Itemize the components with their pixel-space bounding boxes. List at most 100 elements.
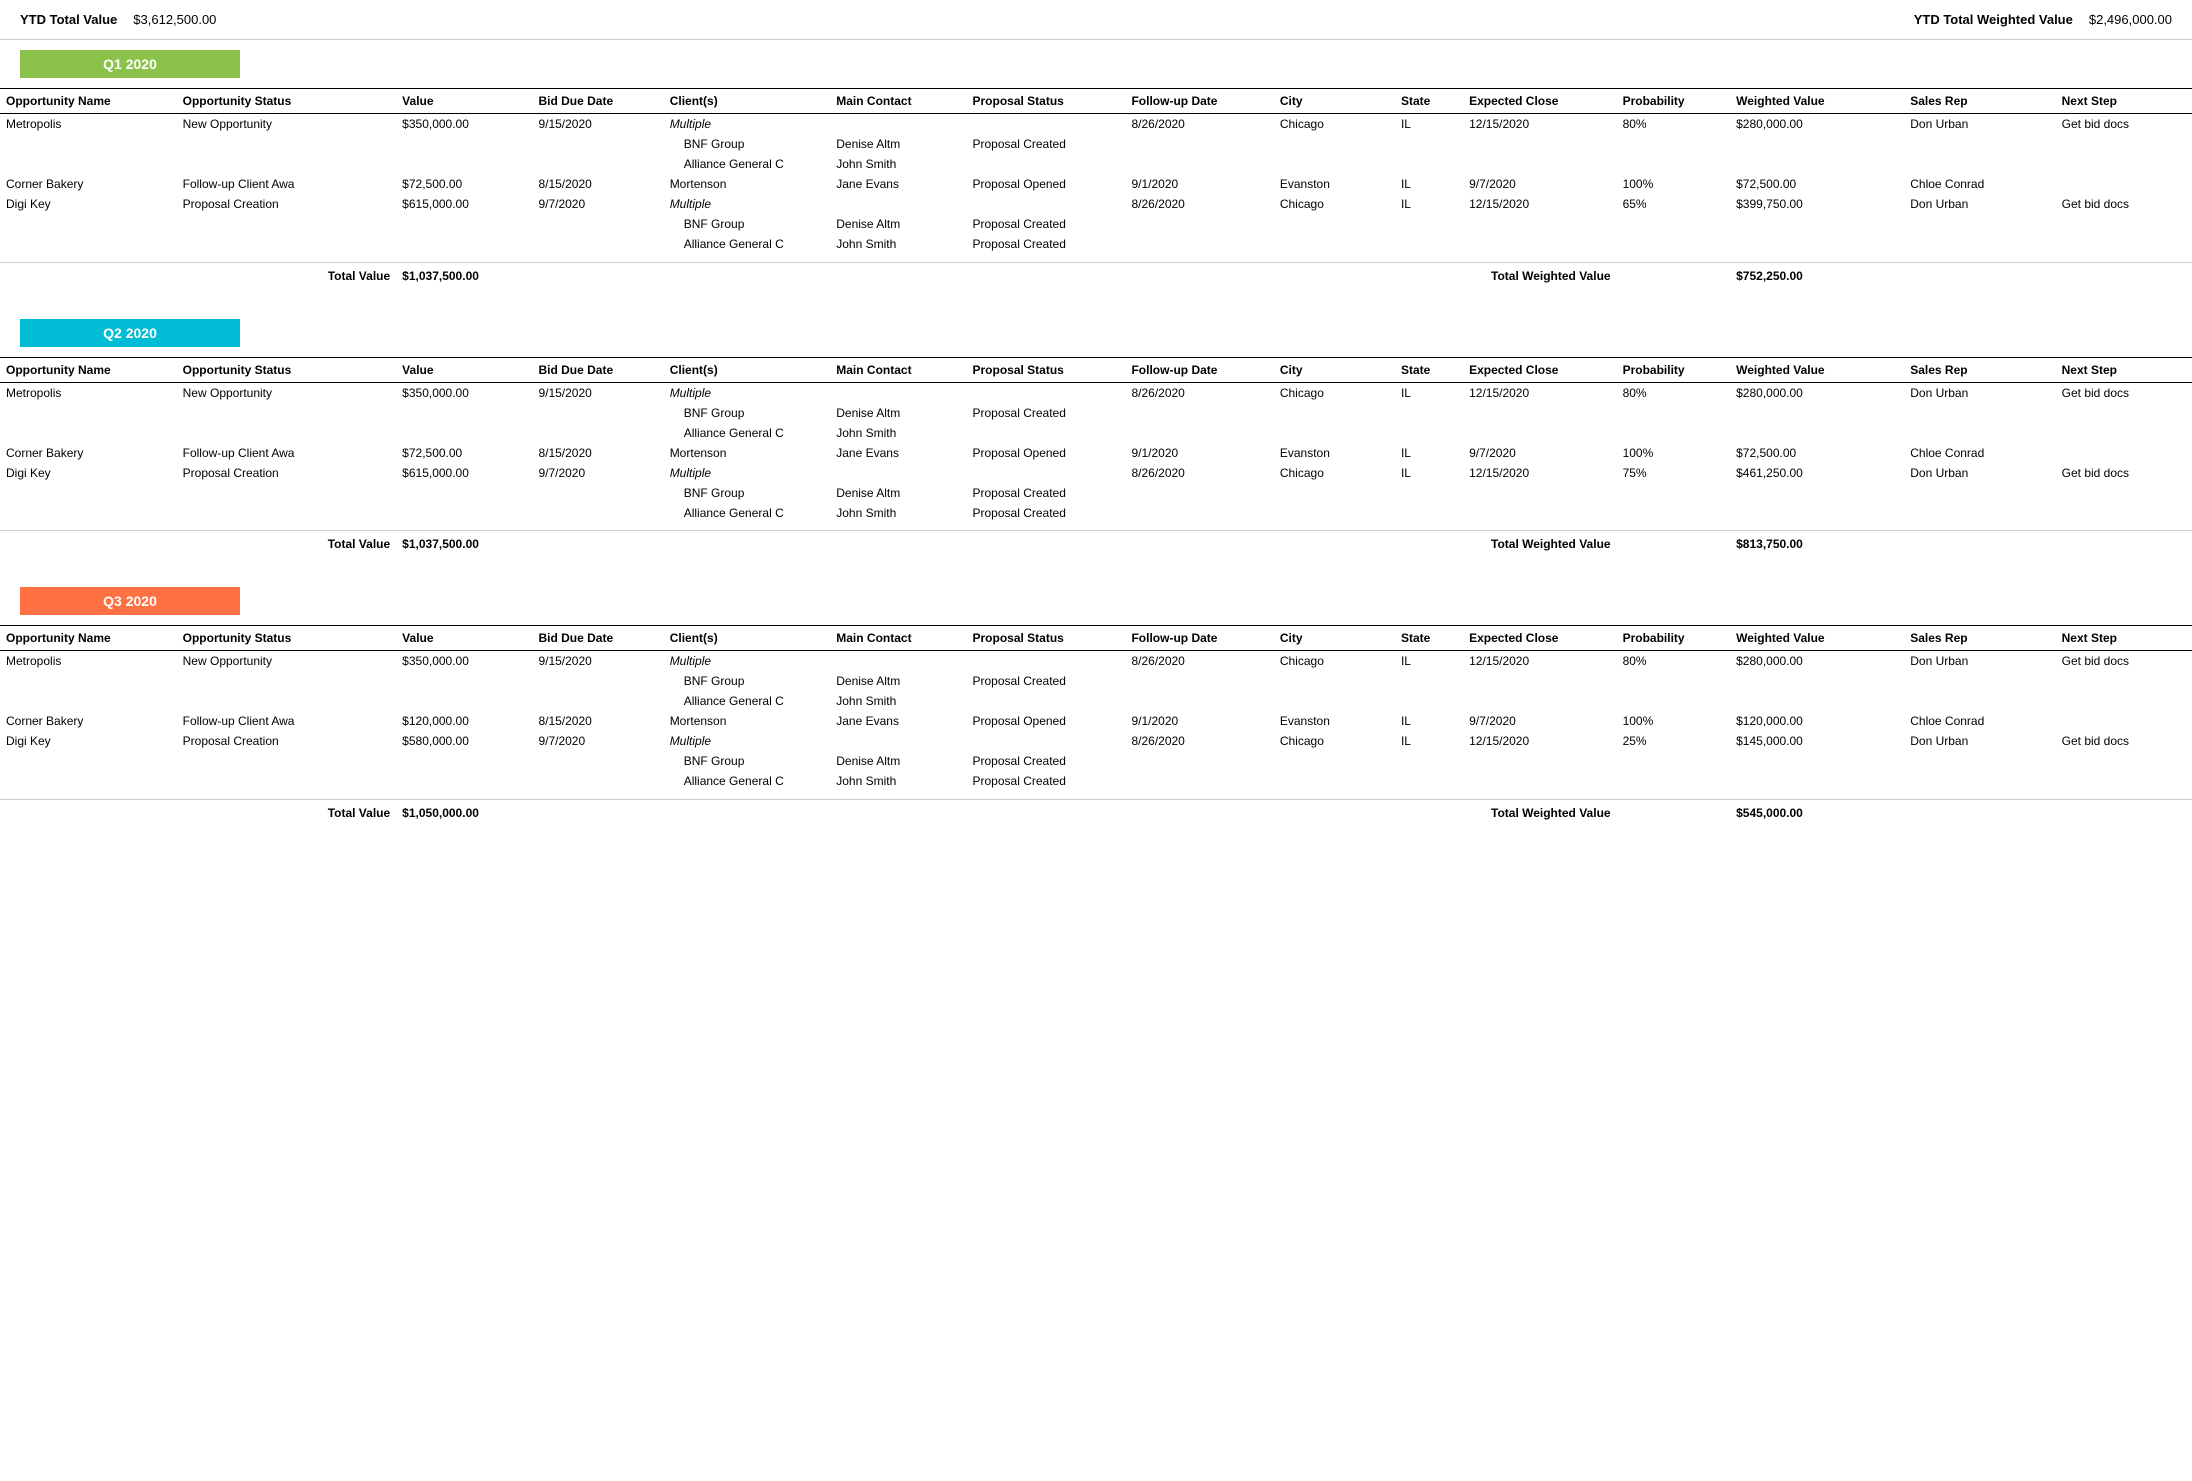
- sub-cell-followup: [1125, 503, 1273, 523]
- sub-cell-name: [0, 154, 177, 174]
- sub-cell-weighted: [1730, 423, 1904, 443]
- quarter-label-q3: Q3 2020: [20, 587, 240, 615]
- sub-cell-prob: [1617, 154, 1731, 174]
- table-sub-row: Alliance General C John Smith: [0, 691, 2192, 711]
- sub-cell-value: [396, 423, 532, 443]
- cell-opp-status: New Opportunity: [177, 114, 397, 135]
- cell-contact: [830, 731, 966, 751]
- cell-weighted: $399,750.00: [1730, 194, 1904, 214]
- sub-cell-prob: [1617, 751, 1731, 771]
- sub-cell-weighted: [1730, 691, 1904, 711]
- sub-cell-city: [1274, 154, 1395, 174]
- cell-state: IL: [1395, 463, 1463, 483]
- table-sub-row: BNF Group Denise Altm Proposal Created: [0, 403, 2192, 423]
- sub-cell-nextstep: [2056, 771, 2192, 791]
- sub-cell-followup: [1125, 771, 1273, 791]
- cell-expected: 9/7/2020: [1463, 443, 1616, 463]
- cell-opp-name: Digi Key: [0, 731, 177, 751]
- total-row: Total Value $1,037,500.00 Total Weighted…: [0, 531, 2192, 558]
- th-bid-date: Bid Due Date: [532, 626, 663, 651]
- cell-contact: [830, 651, 966, 672]
- sub-cell-state: [1395, 503, 1463, 523]
- th-salesrep: Sales Rep: [1904, 357, 2055, 382]
- table-row: Digi Key Proposal Creation $615,000.00 9…: [0, 194, 2192, 214]
- sub-cell-value: [396, 483, 532, 503]
- table-sub-row: Alliance General C John Smith Proposal C…: [0, 503, 2192, 523]
- cell-probability: 100%: [1617, 711, 1731, 731]
- total-empty5: [1125, 531, 1273, 558]
- sub-cell-prob: [1617, 214, 1731, 234]
- cell-proposal: [967, 382, 1126, 403]
- sub-cell-contact: John Smith: [830, 234, 966, 254]
- cell-opp-status: Follow-up Client Awa: [177, 443, 397, 463]
- cell-weighted: $280,000.00: [1730, 114, 1904, 135]
- sub-cell-name: [0, 671, 177, 691]
- sub-cell-status: [177, 751, 397, 771]
- th-opp-name: Opportunity Name: [0, 626, 177, 651]
- sub-cell-name: [0, 423, 177, 443]
- sub-cell-prob: [1617, 234, 1731, 254]
- cell-opp-status: Proposal Creation: [177, 194, 397, 214]
- cell-client: Multiple: [664, 194, 831, 214]
- cell-client: Multiple: [664, 382, 831, 403]
- th-expected: Expected Close: [1463, 357, 1616, 382]
- sub-cell-biddate: [532, 483, 663, 503]
- sub-cell-prob: [1617, 771, 1731, 791]
- cell-salesrep: Don Urban: [1904, 651, 2055, 672]
- cell-salesrep: Don Urban: [1904, 463, 2055, 483]
- total-empty3: [830, 262, 966, 289]
- sub-cell-biddate: [532, 214, 663, 234]
- cell-salesrep: Chloe Conrad: [1904, 443, 2055, 463]
- sub-cell-expected: [1463, 134, 1616, 154]
- sub-cell-contact: Denise Altm: [830, 483, 966, 503]
- sub-cell-city: [1274, 771, 1395, 791]
- sub-cell-proposal: Proposal Created: [967, 483, 1126, 503]
- cell-probability: 65%: [1617, 194, 1731, 214]
- sub-cell-biddate: [532, 671, 663, 691]
- sub-cell-proposal: Proposal Created: [967, 214, 1126, 234]
- ytd-weighted-section: YTD Total Weighted Value $2,496,000.00: [1914, 12, 2172, 27]
- th-probability: Probability: [1617, 89, 1731, 114]
- sub-cell-salesrep: [1904, 214, 2055, 234]
- total-label-empty: [0, 531, 177, 558]
- table-row: Corner Bakery Follow-up Client Awa $72,5…: [0, 174, 2192, 194]
- sub-cell-contact: Denise Altm: [830, 403, 966, 423]
- cell-followup: 8/26/2020: [1125, 651, 1273, 672]
- total-weighted-label: Total Weighted Value: [1463, 262, 1616, 289]
- sub-cell-client: BNF Group: [664, 751, 831, 771]
- quarter-label-q2: Q2 2020: [20, 319, 240, 347]
- sub-cell-state: [1395, 403, 1463, 423]
- cell-nextstep: [2056, 174, 2192, 194]
- cell-proposal: [967, 114, 1126, 135]
- sub-cell-prob: [1617, 134, 1731, 154]
- sub-cell-prob: [1617, 671, 1731, 691]
- sub-cell-status: [177, 691, 397, 711]
- th-bid-date: Bid Due Date: [532, 89, 663, 114]
- table-sub-row: Alliance General C John Smith Proposal C…: [0, 771, 2192, 791]
- sub-cell-city: [1274, 503, 1395, 523]
- cell-weighted: $145,000.00: [1730, 731, 1904, 751]
- sub-cell-status: [177, 671, 397, 691]
- cell-value: $615,000.00: [396, 194, 532, 214]
- th-probability: Probability: [1617, 626, 1731, 651]
- sub-cell-weighted: [1730, 154, 1904, 174]
- total-empty1: [532, 799, 663, 826]
- sub-cell-proposal: Proposal Created: [967, 671, 1126, 691]
- ytd-total-label: YTD Total Value: [20, 12, 117, 27]
- cell-proposal: [967, 651, 1126, 672]
- total-value: $1,050,000.00: [396, 799, 532, 826]
- sub-cell-status: [177, 214, 397, 234]
- sub-cell-name: [0, 234, 177, 254]
- cell-probability: 80%: [1617, 651, 1731, 672]
- sub-cell-value: [396, 154, 532, 174]
- sub-cell-state: [1395, 483, 1463, 503]
- cell-followup: 9/1/2020: [1125, 174, 1273, 194]
- cell-city: Evanston: [1274, 443, 1395, 463]
- cell-opp-status: Follow-up Client Awa: [177, 174, 397, 194]
- th-clients: Client(s): [664, 89, 831, 114]
- quarter-table-q1: Opportunity Name Opportunity Status Valu…: [0, 88, 2192, 289]
- sub-cell-value: [396, 403, 532, 423]
- sub-cell-expected: [1463, 771, 1616, 791]
- sub-cell-nextstep: [2056, 403, 2192, 423]
- total-value-label: Total Value: [177, 799, 397, 826]
